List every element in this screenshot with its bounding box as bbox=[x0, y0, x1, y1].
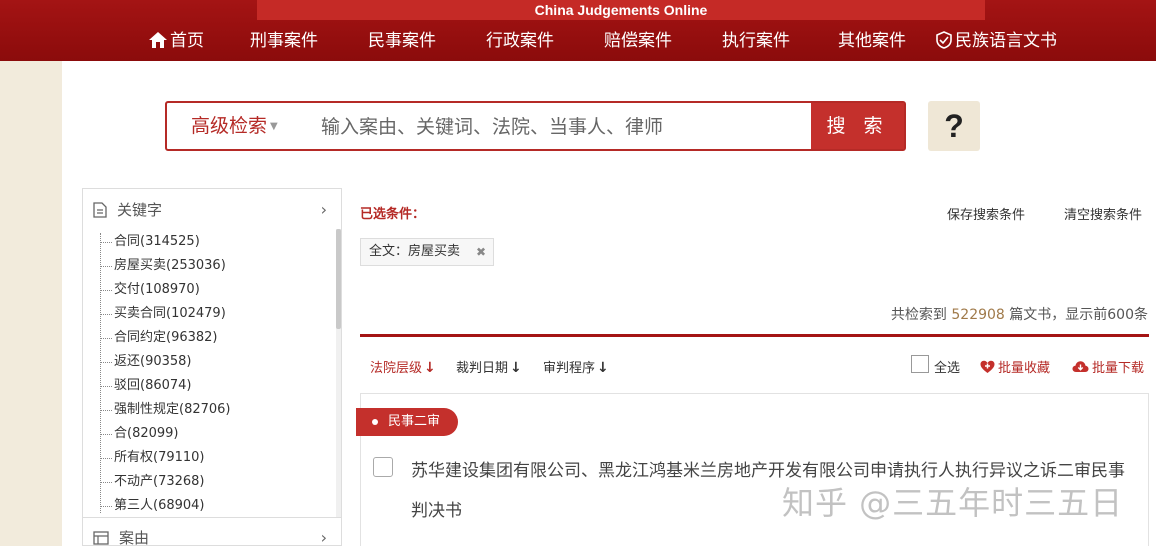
condition-tag-label: 全文：房屋买卖 bbox=[369, 244, 461, 259]
result-count-suffix: 篇文书，显示前600条 bbox=[1004, 307, 1148, 323]
nav-civil[interactable]: 民事案件 bbox=[368, 22, 436, 60]
nav-compensation[interactable]: 赔偿案件 bbox=[604, 22, 672, 60]
top-header: China Judgements Online 首页 刑事案件 民事案件 行政案… bbox=[0, 0, 1156, 61]
sort-judgment-date[interactable]: 裁判日期 ↓ bbox=[456, 357, 522, 376]
keyword-item[interactable]: 所有权(79110) bbox=[100, 446, 332, 470]
dot-icon bbox=[372, 419, 378, 425]
case-type-label: 民事二审 bbox=[388, 414, 441, 429]
arrow-down-icon: ↓ bbox=[424, 360, 436, 376]
search-input[interactable] bbox=[319, 109, 803, 145]
condition-tag: 全文：房屋买卖 ✖ bbox=[360, 238, 494, 266]
left-margin bbox=[0, 61, 62, 546]
advanced-search-dropdown[interactable]: 高级检索 ▼ bbox=[191, 103, 278, 149]
keyword-item[interactable]: 买卖合同(102479) bbox=[100, 302, 332, 326]
sort-trial-procedure[interactable]: 审判程序 ↓ bbox=[543, 357, 609, 376]
search-bar: 高级检索▼ 搜 索 bbox=[165, 101, 906, 151]
site-brand: China Judgements Online bbox=[257, 0, 985, 20]
arrow-down-icon: ↓ bbox=[510, 360, 522, 376]
keyword-item[interactable]: 合同约定(96382) bbox=[100, 326, 332, 350]
keyword-item[interactable]: 第三人(68904) bbox=[100, 494, 332, 517]
search-button[interactable]: 搜 索 bbox=[811, 103, 904, 149]
result-checkbox[interactable] bbox=[373, 457, 393, 477]
result-count-prefix: 共检索到 bbox=[890, 307, 952, 323]
caret-down-icon: ▼ bbox=[270, 121, 278, 132]
batch-favorite-label: 批量收藏 bbox=[998, 361, 1051, 376]
arrow-down-icon: ↓ bbox=[597, 360, 609, 376]
nav-administrative[interactable]: 行政案件 bbox=[486, 22, 554, 60]
selected-conditions-label: 已选条件： bbox=[360, 207, 426, 222]
case-filter-title: 案由 bbox=[119, 529, 150, 546]
help-button[interactable]: ? bbox=[928, 101, 980, 151]
case-type-badge: 民事二审 bbox=[356, 408, 458, 436]
nav-ethnic-language-label: 民族语言文书 bbox=[955, 31, 1057, 51]
keyword-item[interactable]: 强制性规定(82706) bbox=[100, 398, 332, 422]
chevron-right-icon: › bbox=[320, 528, 327, 546]
keyword-item[interactable]: 合(82099) bbox=[100, 422, 332, 446]
sort-judgment-date-label: 裁判日期 bbox=[456, 361, 509, 376]
keyword-item[interactable]: 驳回(86074) bbox=[100, 374, 332, 398]
close-icon[interactable]: ✖ bbox=[476, 239, 486, 265]
nav-home-label: 首页 bbox=[170, 31, 204, 51]
result-count: 共检索到 522908 篇文书，显示前600条 bbox=[891, 304, 1148, 324]
result-count-number: 522908 bbox=[951, 307, 1005, 323]
nav-enforcement[interactable]: 执行案件 bbox=[722, 22, 790, 60]
heart-plus-icon bbox=[980, 360, 995, 373]
batch-favorite-button[interactable]: 批量收藏 bbox=[980, 357, 1050, 376]
keyword-item[interactable]: 房屋买卖(253036) bbox=[100, 254, 332, 278]
sort-court-level-label: 法院层级 bbox=[370, 361, 423, 376]
keyword-item[interactable]: 不动产(73268) bbox=[100, 470, 332, 494]
select-all-checkbox[interactable] bbox=[911, 355, 929, 373]
clear-search-conditions-link[interactable]: 清空搜索条件 bbox=[1064, 204, 1142, 223]
keyword-filter-title: 关键字 bbox=[117, 201, 163, 219]
filter-scrollbar-thumb[interactable] bbox=[336, 229, 341, 329]
filter-panel: 关键字 › 合同(314525) 房屋买卖(253036) 交付(108970)… bbox=[82, 188, 342, 546]
list-icon bbox=[93, 531, 109, 545]
sort-court-level[interactable]: 法院层级 ↓ bbox=[370, 357, 436, 376]
watermark: 知乎 @三五年时三五日 bbox=[782, 484, 1124, 522]
nav-other[interactable]: 其他案件 bbox=[838, 22, 906, 60]
batch-download-label: 批量下载 bbox=[1092, 361, 1145, 376]
document-icon bbox=[93, 202, 107, 218]
nav-home[interactable]: 首页 bbox=[148, 22, 204, 60]
keyword-item[interactable]: 返还(90358) bbox=[100, 350, 332, 374]
cloud-download-icon bbox=[1072, 361, 1089, 372]
select-all-label: 全选 bbox=[934, 361, 961, 376]
nav-criminal[interactable]: 刑事案件 bbox=[250, 22, 318, 60]
batch-download-button[interactable]: 批量下载 bbox=[1072, 357, 1144, 376]
advanced-search-label: 高级检索 bbox=[191, 115, 268, 137]
case-filter-header[interactable]: 案由 › bbox=[83, 517, 341, 546]
divider bbox=[360, 334, 1149, 337]
keyword-filter-header[interactable]: 关键字 › bbox=[83, 189, 341, 229]
home-icon bbox=[149, 32, 167, 48]
chevron-right-icon: › bbox=[320, 200, 327, 219]
nav-ethnic-language[interactable]: 民族语言文书 bbox=[935, 22, 1057, 60]
keyword-item[interactable]: 合同(314525) bbox=[100, 230, 332, 254]
keyword-item[interactable]: 交付(108970) bbox=[100, 278, 332, 302]
keyword-list: 合同(314525) 房屋买卖(253036) 交付(108970) 买卖合同(… bbox=[100, 230, 332, 517]
shield-icon bbox=[936, 31, 952, 49]
main-nav: 首页 刑事案件 民事案件 行政案件 赔偿案件 执行案件 其他案件 民族语言文书 bbox=[0, 22, 1156, 60]
save-search-conditions-link[interactable]: 保存搜索条件 bbox=[947, 204, 1025, 223]
sort-trial-procedure-label: 审判程序 bbox=[543, 361, 596, 376]
